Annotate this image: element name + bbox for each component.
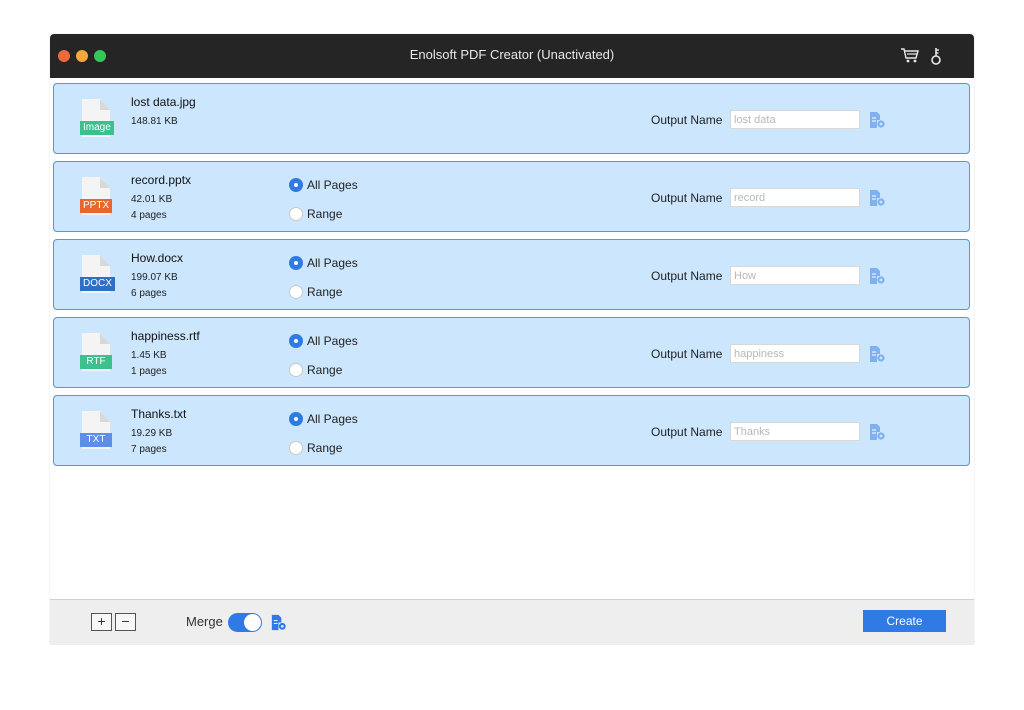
file-row[interactable]: Image lost data.jpg 148.81 KB Output Nam… — [53, 83, 970, 154]
docx-file-icon: DOCX — [80, 255, 116, 295]
range-label: Range — [307, 285, 343, 299]
file-type-tag: PPTX — [80, 199, 113, 213]
file-row[interactable]: DOCX How.docx 199.07 KB 6 pages All Page… — [53, 239, 970, 310]
all-pages-radio[interactable]: All Pages — [289, 178, 358, 192]
image-file-icon: Image — [80, 99, 116, 139]
radio-unselected-indicator[interactable] — [289, 441, 303, 455]
radio-unselected-indicator[interactable] — [289, 207, 303, 221]
radio-selected-indicator[interactable] — [289, 334, 303, 348]
output-name-label: Output Name — [651, 269, 723, 283]
all-pages-label: All Pages — [307, 178, 358, 192]
file-settings-icon[interactable] — [867, 344, 887, 364]
radio-selected-indicator[interactable] — [289, 412, 303, 426]
title-bar: Enolsoft PDF Creator (Unactivated) — [50, 34, 974, 78]
rtf-file-icon: RTF — [80, 333, 116, 373]
pptx-file-icon: PPTX — [80, 177, 116, 217]
file-type-tag: RTF — [80, 355, 112, 369]
cart-icon[interactable] — [900, 46, 920, 64]
radio-unselected-indicator[interactable] — [289, 285, 303, 299]
file-size: 148.81 KB — [131, 116, 178, 127]
output-name-label: Output Name — [651, 113, 723, 127]
file-name: Thanks.txt — [131, 407, 187, 421]
all-pages-label: All Pages — [307, 412, 358, 426]
merge-label: Merge — [186, 614, 223, 629]
output-name-label: Output Name — [651, 191, 723, 205]
all-pages-radio[interactable]: All Pages — [289, 334, 358, 348]
all-pages-label: All Pages — [307, 334, 358, 348]
merge-toggle[interactable] — [228, 613, 262, 632]
toggle-knob — [244, 614, 261, 631]
range-radio[interactable]: Range — [289, 363, 342, 377]
file-row[interactable]: TXT Thanks.txt 19.29 KB 7 pages All Page… — [53, 395, 970, 466]
key-icon[interactable] — [930, 46, 942, 66]
file-size: 199.07 KB — [131, 272, 178, 283]
file-settings-icon[interactable] — [867, 110, 887, 130]
bottom-toolbar: + − Merge Create — [50, 599, 974, 645]
file-name: How.docx — [131, 251, 184, 265]
file-name: record.pptx — [131, 173, 192, 187]
add-file-button[interactable]: + — [91, 613, 112, 631]
all-pages-radio[interactable]: All Pages — [289, 412, 358, 426]
file-size: 42.01 KB — [131, 194, 173, 205]
file-pages: 6 pages — [131, 288, 167, 299]
file-type-tag: TXT — [80, 433, 112, 447]
remove-file-button[interactable]: − — [115, 613, 136, 631]
output-name-input[interactable] — [730, 344, 860, 363]
radio-selected-indicator[interactable] — [289, 256, 303, 270]
range-radio[interactable]: Range — [289, 207, 342, 221]
file-row[interactable]: PPTX record.pptx 42.01 KB 4 pages All Pa… — [53, 161, 970, 232]
radio-selected-indicator[interactable] — [289, 178, 303, 192]
all-pages-radio[interactable]: All Pages — [289, 256, 358, 270]
output-name-input[interactable] — [730, 422, 860, 441]
file-name: lost data.jpg — [131, 95, 196, 109]
file-row[interactable]: RTF happiness.rtf 1.45 KB 1 pages All Pa… — [53, 317, 970, 388]
file-name: happiness.rtf — [131, 329, 200, 343]
create-button[interactable]: Create — [863, 610, 946, 632]
range-label: Range — [307, 207, 343, 221]
range-radio[interactable]: Range — [289, 441, 342, 455]
range-radio[interactable]: Range — [289, 285, 342, 299]
file-pages: 7 pages — [131, 444, 167, 455]
file-settings-icon[interactable] — [867, 266, 887, 286]
output-name-label: Output Name — [651, 425, 723, 439]
file-type-tag: DOCX — [80, 277, 115, 291]
file-pages: 1 pages — [131, 366, 167, 377]
file-type-tag: Image — [80, 121, 114, 135]
file-list: Image lost data.jpg 148.81 KB Output Nam… — [53, 83, 970, 473]
radio-unselected-indicator[interactable] — [289, 363, 303, 377]
file-size: 19.29 KB — [131, 428, 173, 439]
app-window: Enolsoft PDF Creator (Unactivated) Image… — [50, 34, 974, 645]
output-name-input[interactable] — [730, 266, 860, 285]
file-pages: 4 pages — [131, 210, 167, 221]
merge-settings-icon[interactable] — [269, 613, 288, 632]
file-settings-icon[interactable] — [867, 188, 887, 208]
range-label: Range — [307, 363, 343, 377]
file-size: 1.45 KB — [131, 350, 167, 361]
txt-file-icon: TXT — [80, 411, 116, 451]
output-name-label: Output Name — [651, 347, 723, 361]
all-pages-label: All Pages — [307, 256, 358, 270]
window-title: Enolsoft PDF Creator (Unactivated) — [409, 47, 615, 62]
range-label: Range — [307, 441, 343, 455]
output-name-input[interactable] — [730, 110, 860, 129]
file-settings-icon[interactable] — [867, 422, 887, 442]
output-name-input[interactable] — [730, 188, 860, 207]
